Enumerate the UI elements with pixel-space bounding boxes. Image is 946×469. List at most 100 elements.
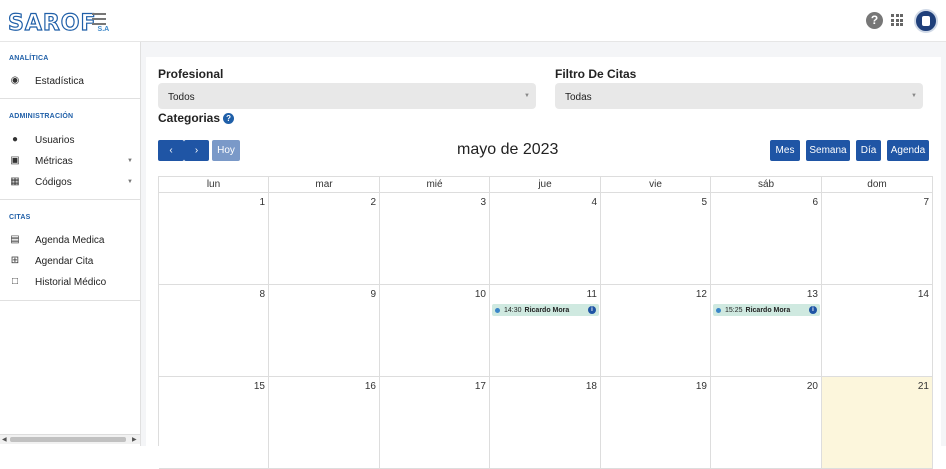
- day-number[interactable]: 1: [259, 197, 265, 208]
- sidebar-item-agendar-cita[interactable]: ⊞ Agendar Cita: [0, 251, 141, 271]
- view-month-button[interactable]: Mes: [770, 140, 800, 161]
- day-number[interactable]: 12: [696, 289, 707, 300]
- day-number[interactable]: 15: [254, 381, 265, 392]
- day-cell[interactable]: 5: [601, 193, 711, 285]
- day-number[interactable]: 4: [591, 197, 597, 208]
- day-cell[interactable]: 16: [269, 377, 380, 469]
- day-cell[interactable]: 4: [490, 193, 601, 285]
- sidebar-item-codigos[interactable]: ▦ Códigos ▼: [0, 172, 141, 192]
- sidebar-item-label: Historial Médico: [35, 276, 107, 288]
- day-cell[interactable]: 6: [711, 193, 822, 285]
- scrollbar-thumb[interactable]: [10, 437, 126, 442]
- view-week-button[interactable]: Semana: [806, 140, 850, 161]
- day-cell[interactable]: 18: [490, 377, 601, 469]
- day-number[interactable]: 8: [259, 289, 265, 300]
- day-number[interactable]: 16: [365, 381, 376, 392]
- filtro-citas-select[interactable]: Todas ▼: [555, 83, 923, 109]
- day-cell[interactable]: 2: [269, 193, 380, 285]
- sidebar-item-agenda-medica[interactable]: ▤ Agenda Medica: [0, 230, 141, 250]
- day-cell[interactable]: 15: [159, 377, 269, 469]
- sidebar-item-label: Agendar Cita: [35, 255, 94, 267]
- day-number[interactable]: 6: [812, 197, 818, 208]
- sidebar-item-label: Agenda Medica: [35, 234, 105, 246]
- sidebar-item-label: Usuarios: [35, 134, 75, 146]
- day-number[interactable]: 14: [918, 289, 929, 300]
- sidebar-item-estadistica[interactable]: ◉ Estadística: [0, 71, 141, 91]
- day-cell[interactable]: 3: [380, 193, 490, 285]
- divider: [0, 300, 140, 301]
- weekday-header: dom: [822, 177, 933, 193]
- calendar-event[interactable]: 15:25 Ricardo Mora i: [713, 304, 820, 316]
- sidebar-item-historial-medico[interactable]: □ Historial Médico: [0, 272, 141, 292]
- folder-icon: □: [11, 276, 19, 287]
- calendar-event[interactable]: 14:30 Ricardo Mora i: [492, 304, 599, 316]
- day-cell[interactable]: 19: [601, 377, 711, 469]
- day-number[interactable]: 18: [586, 381, 597, 392]
- prev-month-button[interactable]: ‹: [158, 140, 184, 161]
- day-number[interactable]: 20: [807, 381, 818, 392]
- dashboard-icon: ◉: [10, 75, 20, 86]
- day-number[interactable]: 9: [370, 289, 376, 300]
- day-cell[interactable]: 17: [380, 377, 490, 469]
- day-cell-today[interactable]: 21: [822, 377, 933, 469]
- weekday-header: mié: [380, 177, 490, 193]
- view-agenda-button[interactable]: Agenda: [887, 140, 929, 161]
- day-cell[interactable]: 20: [711, 377, 822, 469]
- chevron-right-icon: ›: [194, 145, 199, 156]
- section-title-citas: CITAS: [9, 214, 31, 221]
- apps-grid-icon[interactable]: [891, 14, 903, 26]
- day-number[interactable]: 3: [480, 197, 486, 208]
- day-number[interactable]: 11: [587, 289, 597, 300]
- day-number[interactable]: 2: [370, 197, 376, 208]
- sidebar-item-label: Códigos: [35, 176, 72, 188]
- event-time: 15:25: [725, 306, 743, 314]
- sidebar-item-usuarios[interactable]: ● Usuarios: [0, 130, 141, 150]
- horizontal-scrollbar[interactable]: ◀ ▶: [0, 434, 140, 444]
- info-icon[interactable]: i: [809, 306, 817, 314]
- event-name: Ricardo Mora: [745, 306, 791, 314]
- section-title-analitica: ANALÍTICA: [9, 55, 49, 62]
- day-cell[interactable]: 11 14:30 Ricardo Mora i: [490, 285, 601, 377]
- day-cell[interactable]: 14: [822, 285, 933, 377]
- today-button[interactable]: Hoy: [212, 140, 240, 161]
- caret-down-icon: ▼: [127, 158, 133, 164]
- day-cell[interactable]: 12: [601, 285, 711, 377]
- sidebar-item-metricas[interactable]: ▣ Métricas ▼: [0, 151, 141, 171]
- profesional-select[interactable]: Todos ▼: [158, 83, 536, 109]
- help-circle-icon[interactable]: ?: [866, 12, 883, 29]
- vertical-scrollbar[interactable]: [941, 42, 946, 446]
- day-number[interactable]: 5: [701, 197, 707, 208]
- day-number[interactable]: 7: [923, 197, 929, 208]
- sidebar: ANALÍTICA ◉ Estadística ADMINISTRACIÓN ●…: [0, 42, 141, 446]
- day-number[interactable]: 17: [475, 381, 486, 392]
- chevron-down-icon: ▼: [524, 93, 530, 99]
- scroll-left-icon[interactable]: ◀: [2, 436, 7, 443]
- day-number[interactable]: 10: [475, 289, 486, 300]
- sidebar-item-label: Estadística: [35, 75, 84, 87]
- day-number[interactable]: 19: [696, 381, 707, 392]
- info-icon[interactable]: i: [588, 306, 596, 314]
- day-cell[interactable]: 7: [822, 193, 933, 285]
- day-number[interactable]: 13: [807, 289, 818, 300]
- next-month-button[interactable]: ›: [184, 140, 209, 161]
- weekday-header: jue: [490, 177, 601, 193]
- event-name: Ricardo Mora: [524, 306, 570, 314]
- day-cell[interactable]: 9: [269, 285, 380, 377]
- logo-subtext: S.A: [97, 26, 110, 33]
- help-icon[interactable]: ?: [223, 113, 235, 124]
- month-grid: lun mar mié jue vie sáb dom 1 2 3 4 5 6 7 8 9 10 11 14:30 R…: [158, 176, 933, 469]
- day-cell[interactable]: 8: [159, 285, 269, 377]
- day-cell[interactable]: 13 15:25 Ricardo Mora i: [711, 285, 822, 377]
- avatar[interactable]: [914, 9, 938, 33]
- menu-icon[interactable]: [92, 13, 106, 25]
- day-cell[interactable]: 1: [159, 193, 269, 285]
- day-cell[interactable]: 10: [380, 285, 490, 377]
- profesional-value: Todos: [168, 92, 195, 103]
- section-title-administracion: ADMINISTRACIÓN: [9, 113, 74, 120]
- add-box-icon: ⊞: [10, 255, 20, 266]
- scroll-right-icon[interactable]: ▶: [132, 436, 137, 443]
- day-number[interactable]: 21: [918, 381, 929, 392]
- person-icon: ●: [11, 134, 19, 145]
- chevron-down-icon: ▼: [911, 93, 917, 99]
- view-day-button[interactable]: Día: [856, 140, 881, 161]
